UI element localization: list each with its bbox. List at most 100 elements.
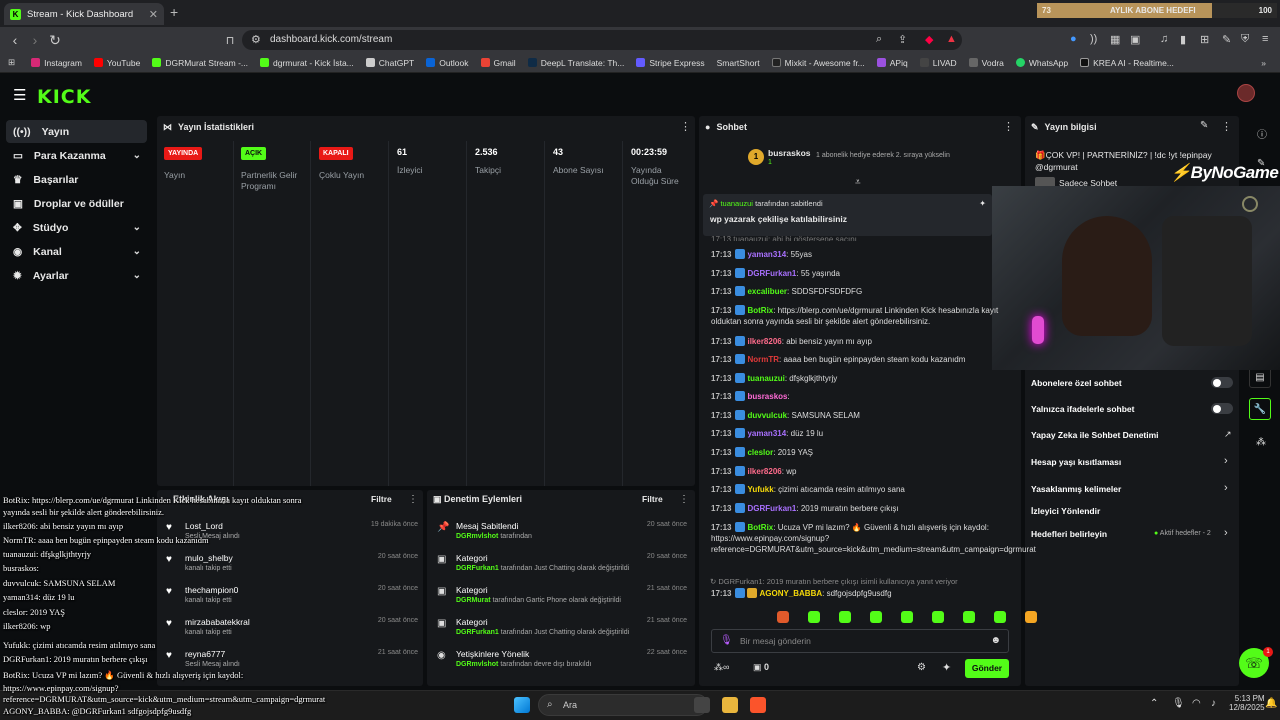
back-icon[interactable]: ‹ <box>5 32 25 48</box>
toggle-switch[interactable] <box>1211 377 1233 388</box>
more-icon[interactable]: ⋮ <box>680 120 691 133</box>
bookmark-item[interactable]: WhatsApp <box>1015 58 1068 68</box>
more-icon[interactable]: ⋮ <box>408 494 418 505</box>
chevron-right-icon[interactable]: › <box>1224 455 1228 467</box>
kick-logo[interactable]: KICK <box>37 86 91 108</box>
activity-item[interactable]: ♥ thechampion0 kanalı takip etti 20 saat ön… <box>166 585 418 615</box>
emote-icon[interactable] <box>994 611 1006 623</box>
unpin-icon[interactable]: ✦ <box>979 199 986 208</box>
bookmark-icon[interactable]: ⊓ <box>220 34 240 47</box>
volume-icon[interactable]: ♪ <box>1211 698 1216 709</box>
emote-icon[interactable] <box>777 611 789 623</box>
extension-icon[interactable]: ▦ <box>1110 33 1120 46</box>
moderation-item[interactable]: ▣ Kategori DGRMurat tarafından Gartic Phon… <box>437 585 687 615</box>
sidebar-item-ayarlar[interactable]: ✹ Ayarlar ⌄ <box>6 264 147 287</box>
extensions-icon[interactable]: ⊞ <box>1200 33 1209 46</box>
emote-icon[interactable] <box>963 611 975 623</box>
nodes-icon[interactable]: ⁂ <box>1256 437 1266 448</box>
file-explorer-icon[interactable] <box>722 697 738 713</box>
toggle-switch[interactable] <box>1211 403 1233 414</box>
chat-setting-row[interactable]: Abonelere özel sohbet <box>1031 378 1231 388</box>
info-icon[interactable]: ⓘ <box>1257 126 1267 141</box>
sidebar-icon[interactable]: ▮ <box>1180 33 1186 46</box>
bookmark-item[interactable]: KREA AI - Realtime... <box>1080 58 1174 68</box>
moderation-item[interactable]: ◉ Yetişkinlere Yönelik DGRmvlshot tarafınd… <box>437 649 687 679</box>
clock[interactable]: 5:13 PM 12/8/2025 <box>1229 694 1265 712</box>
sidebar-item-droplar[interactable]: ▣ Droplar ve ödüller <box>6 192 147 215</box>
close-icon[interactable]: ✕ <box>149 8 158 21</box>
emoji-icon[interactable]: ☻ <box>990 635 1001 646</box>
collapse-icon[interactable]: ⩡ <box>855 177 861 188</box>
url-input[interactable]: ⚙ dashboard.kick.com/stream <box>242 30 962 50</box>
sidebar-item-basarilar[interactable]: ♛ Başarılar <box>6 168 147 191</box>
chat-setting-row[interactable]: Yasaklanmış kelimeler <box>1031 484 1231 494</box>
brave-shield-icon[interactable]: ◆ <box>925 33 933 46</box>
windows-start-icon[interactable] <box>514 697 530 713</box>
rewards-icon[interactable]: ▲ <box>946 33 957 45</box>
emote-icon[interactable] <box>808 611 820 623</box>
more-bookmarks-icon[interactable]: » <box>1261 58 1266 68</box>
browser-tab[interactable]: K Stream - Kick Dashboard ✕ <box>4 3 164 25</box>
bookmark-item[interactable]: YouTube <box>93 58 140 68</box>
external-link-icon[interactable]: ↗ <box>1224 429 1232 440</box>
extension-icon[interactable]: ● <box>1070 33 1077 45</box>
chat-setting-row[interactable]: Hesap yaşı kısıtlaması <box>1031 457 1231 467</box>
music-icon[interactable]: ♫ <box>1160 33 1168 45</box>
forward-icon[interactable]: › <box>25 32 45 48</box>
vpn-icon[interactable]: ⛨ <box>1241 33 1249 46</box>
bookmark-item[interactable]: Mixkit - Awesome fr... <box>771 58 865 68</box>
sidebar-item-para-kazanma[interactable]: ▭ Para Kazanma ⌄ <box>6 144 147 167</box>
sidebar-item-studyo[interactable]: ✥ Stüdyo ⌄ <box>6 216 147 239</box>
moderation-item[interactable]: ▣ Kategori DGRFurkan1 tarafından Just Chat… <box>437 553 687 583</box>
new-tab-icon[interactable]: + <box>170 4 178 20</box>
more-icon[interactable]: ⋮ <box>1003 120 1014 133</box>
send-button[interactable]: Gönder <box>965 659 1009 678</box>
bookmark-item[interactable]: SmartShort <box>717 58 760 68</box>
taskbar-search[interactable]: ⌕ Ara <box>538 694 708 716</box>
bookmark-item[interactable]: Stripe Express <box>636 58 705 68</box>
mod-shield-icon[interactable]: ✦ <box>942 661 951 674</box>
apps-icon[interactable]: ⊞ <box>8 57 15 68</box>
brave-browser-icon[interactable] <box>750 697 766 713</box>
chat-setting-row[interactable]: İzleyici Yönlendir <box>1031 506 1231 516</box>
bookmark-item[interactable]: APiq <box>876 58 908 68</box>
bookmark-item[interactable]: DGRMurat Stream -... <box>152 58 248 68</box>
emote-icon[interactable] <box>932 611 944 623</box>
chat-setting-row[interactable]: Yalnızca ifadelerle sohbet <box>1031 404 1231 414</box>
bookmark-item[interactable]: ChatGPT <box>365 58 414 68</box>
task-view-icon[interactable] <box>694 697 710 713</box>
search-icon[interactable]: ⌕ <box>876 33 882 46</box>
activity-filter[interactable]: Filtre <box>371 494 392 504</box>
settings-icon[interactable]: ⚙ <box>917 662 926 673</box>
tray-chevron-icon[interactable]: ⌃ <box>1150 698 1158 709</box>
channel-points-icon[interactable]: ⁂∞ <box>714 662 729 673</box>
site-info-icon[interactable]: ⚙ <box>251 30 261 50</box>
reload-icon[interactable]: ↻ <box>45 32 65 49</box>
chat-input[interactable]: 🎙 Bir mesaj gönderin ☻ <box>711 629 1009 653</box>
avatar[interactable] <box>1237 84 1255 102</box>
moderation-item[interactable]: ▣ Kategori DGRFurkan1 tarafından Just Chat… <box>437 617 687 647</box>
hamburger-menu-icon[interactable]: ☰ <box>13 86 26 104</box>
moderation-item[interactable]: 📌 Mesaj Sabitlendi DGRmvlshot tarafından 20… <box>437 521 687 551</box>
notifications-icon[interactable]: 🔔 <box>1265 698 1277 709</box>
bookmark-item[interactable]: dgrmurat - Kick İsta... <box>259 58 354 68</box>
tools-icon[interactable]: 🔧 <box>1249 398 1271 420</box>
extension-icon[interactable]: ▣ <box>1130 33 1140 46</box>
bookmark-item[interactable]: Gmail <box>480 58 516 68</box>
mic-icon[interactable]: 🎙 <box>1172 698 1185 709</box>
sidebar-item-yayin[interactable]: ((•)) Yayın <box>6 120 147 143</box>
more-icon[interactable]: ⋮ <box>679 494 689 505</box>
edit-icon[interactable]: ✎ <box>1200 120 1208 131</box>
bookmark-item[interactable]: LIVAD <box>919 58 957 68</box>
wifi-icon[interactable]: ◠ <box>1192 698 1201 709</box>
bookmark-item[interactable]: Outlook <box>426 58 469 68</box>
share-icon[interactable]: ⇪ <box>898 33 907 46</box>
more-icon[interactable]: ⋮ <box>1221 120 1232 133</box>
extension-icon[interactable]: )) <box>1090 33 1097 45</box>
emote-icon[interactable] <box>839 611 851 623</box>
emote-icon[interactable] <box>901 611 913 623</box>
chat-setting-row[interactable]: Yapay Zeka ile Sohbet Denetimi <box>1031 430 1231 440</box>
menu-icon[interactable]: ≡ <box>1262 33 1268 45</box>
chevron-right-icon[interactable]: › <box>1224 482 1228 494</box>
wallet-icon[interactable]: ✎ <box>1222 33 1231 46</box>
